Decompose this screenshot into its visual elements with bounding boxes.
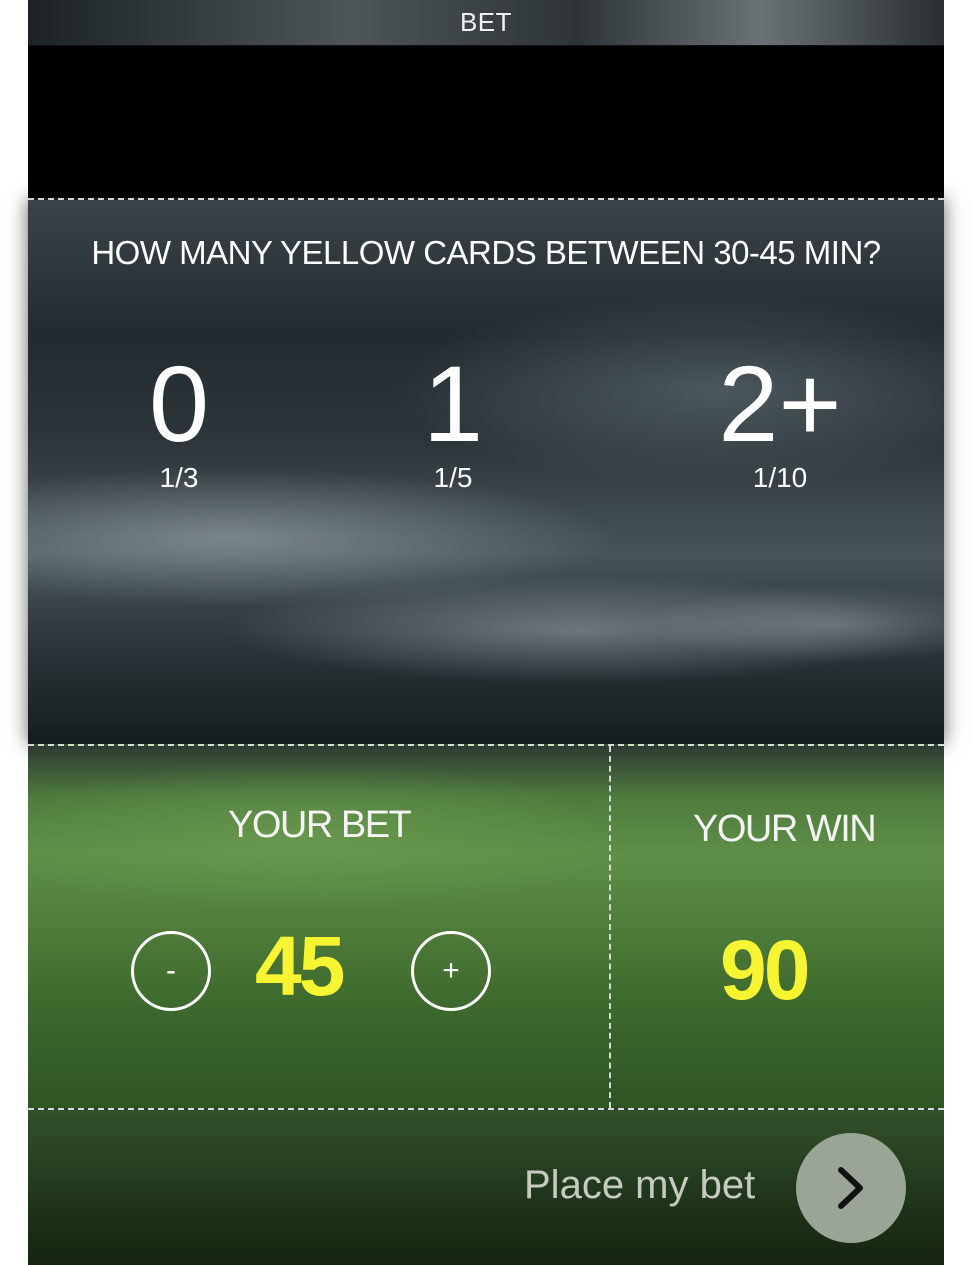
- option-1[interactable]: 1 1/5: [353, 350, 553, 494]
- footer-bar: Place my bet: [28, 1110, 944, 1265]
- decrease-bet-button[interactable]: -: [131, 931, 211, 1011]
- title-bar: BET: [28, 0, 944, 46]
- place-bet-button[interactable]: [796, 1133, 906, 1243]
- your-bet-label: YOUR BET: [228, 804, 412, 846]
- bet-panel: YOUR BET - 45 + YOUR WIN 90: [28, 744, 944, 1110]
- plus-icon: +: [442, 954, 460, 987]
- option-odds: 1/5: [433, 462, 473, 493]
- place-bet-label[interactable]: Place my bet: [524, 1163, 755, 1208]
- increase-bet-button[interactable]: +: [411, 931, 491, 1011]
- option-value: 2+: [718, 343, 842, 464]
- bet-amount: 45: [255, 919, 345, 1013]
- page-title: BET: [459, 7, 513, 37]
- bet-screen: BET HOW MANY YELLOW CARDS BETWEEN 30-45 …: [28, 0, 944, 1265]
- video-area: [28, 46, 944, 198]
- question-panel: HOW MANY YELLOW CARDS BETWEEN 30-45 MIN?…: [28, 198, 944, 744]
- your-win-label: YOUR WIN: [693, 808, 877, 850]
- option-value: 1: [422, 343, 484, 464]
- option-value: 0: [148, 343, 210, 464]
- option-2[interactable]: 2+ 1/10: [680, 350, 880, 494]
- option-odds: 1/3: [159, 462, 199, 493]
- panel-divider: [609, 746, 611, 1108]
- question-text: HOW MANY YELLOW CARDS BETWEEN 30-45 MIN?: [91, 234, 881, 271]
- option-odds: 1/10: [752, 462, 808, 493]
- chevron-right-icon: [838, 1167, 863, 1209]
- win-amount: 90: [720, 923, 810, 1017]
- option-0[interactable]: 0 1/3: [79, 350, 279, 494]
- minus-icon: -: [166, 954, 176, 987]
